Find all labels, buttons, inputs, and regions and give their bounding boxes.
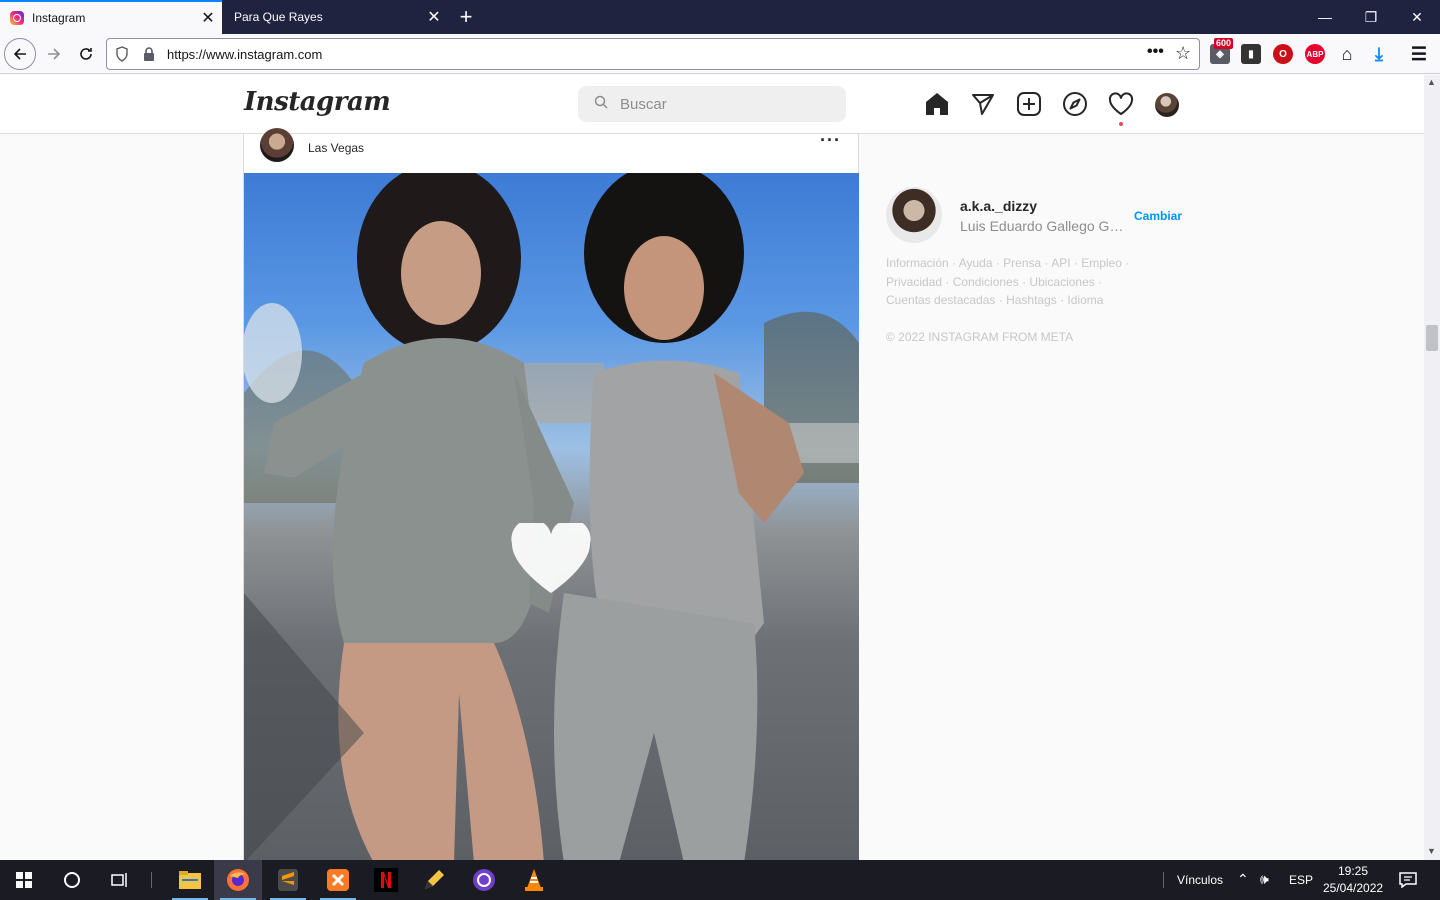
tab-title: Para Que Rayes — [234, 10, 323, 24]
windows-taskbar: Vínculos ⌃ 🕪 ESP 19:25 25/04/2022 — [0, 860, 1440, 900]
footer-links-line[interactable]: Cuentas destacadas · Hashtags · Idioma — [886, 291, 1136, 310]
footer-links: Información · Ayuda · Prensa · API · Emp… — [886, 254, 1136, 310]
home-icon[interactable] — [924, 91, 950, 117]
menu-icon[interactable]: ☰ — [1409, 44, 1429, 64]
close-icon[interactable]: ✕ — [1394, 0, 1440, 34]
taskbar-divider — [151, 872, 152, 888]
tab-para-que-rayes[interactable]: Para Que Rayes ✕ — [224, 0, 448, 34]
lock-icon[interactable] — [143, 46, 155, 65]
netflix-icon[interactable] — [362, 860, 410, 900]
opera-adblock-icon[interactable]: O — [1273, 44, 1293, 64]
show-hidden-icons-icon[interactable]: ⌃ — [1237, 871, 1249, 888]
copyright-text: © 2022 INSTAGRAM FROM META — [886, 330, 1074, 344]
tab-close-icon[interactable]: ✕ — [420, 7, 448, 27]
post-author-avatar[interactable] — [260, 128, 294, 162]
tracking-shield-icon[interactable] — [115, 46, 129, 65]
sidebar-username[interactable]: a.k.a._dizzy — [960, 198, 1037, 214]
download-icon[interactable]: ⤓ — [1369, 44, 1389, 64]
xampp-icon[interactable] — [314, 860, 362, 900]
restore-icon[interactable]: ❐ — [1348, 0, 1394, 34]
home-icon[interactable]: ⌂ — [1337, 44, 1357, 64]
switch-account-button[interactable]: Cambiar — [1134, 209, 1182, 223]
sidebar-full-name: Luis Eduardo Gallego Gar... — [960, 218, 1128, 234]
firefox-icon[interactable] — [214, 860, 262, 900]
pencil-app-icon[interactable] — [410, 860, 458, 900]
page-scrollbar[interactable]: ▲ ▼ — [1424, 75, 1440, 860]
clock-date[interactable]: 25/04/2022 — [1323, 881, 1383, 895]
sidebar-user-avatar[interactable] — [886, 187, 942, 243]
double-tap-like-heart-icon — [511, 523, 591, 593]
bookmark-star-icon[interactable]: ☆ — [1175, 43, 1191, 64]
clock-time[interactable]: 19:25 — [1338, 864, 1368, 878]
volume-icon[interactable]: 🕪 — [1260, 871, 1269, 888]
task-view-icon[interactable] — [96, 860, 144, 900]
search-box[interactable] — [578, 86, 846, 122]
search-icon — [594, 95, 608, 109]
more-options-icon[interactable]: ··· — [820, 130, 841, 151]
reload-icon[interactable] — [70, 38, 102, 70]
tab-close-icon[interactable]: ✕ — [194, 8, 222, 28]
new-post-icon[interactable] — [1016, 91, 1042, 117]
notification-dot — [1119, 122, 1123, 126]
taskbar-divider — [1163, 872, 1164, 888]
extension-badge: 600 — [1214, 38, 1234, 49]
back-icon[interactable] — [4, 38, 36, 70]
scroll-down-icon[interactable]: ▼ — [1427, 846, 1436, 856]
post-photo[interactable] — [244, 173, 859, 860]
page-viewport: Instagram Las Vegas ··· — [0, 75, 1424, 860]
sublime-text-icon[interactable] — [264, 860, 312, 900]
extension-book-icon[interactable]: ▮ — [1241, 44, 1261, 64]
browser-tab-bar: Instagram ✕ Para Que Rayes ✕ + — ❐ ✕ — [0, 0, 1440, 34]
cortana-search-icon[interactable] — [48, 860, 96, 900]
search-input[interactable] — [620, 86, 830, 122]
direct-icon[interactable] — [970, 91, 996, 117]
scrollbar-thumb[interactable] — [1426, 325, 1438, 351]
minimize-icon[interactable]: — — [1302, 0, 1348, 34]
new-tab-icon[interactable]: + — [452, 0, 480, 34]
footer-links-line[interactable]: Información · Ayuda · Prensa · API · Emp… — [886, 254, 1136, 273]
github-desktop-icon[interactable] — [460, 860, 508, 900]
windows-start-icon[interactable] — [0, 860, 48, 900]
adblock-plus-icon[interactable]: ABP — [1305, 44, 1325, 64]
instagram-header: Instagram — [0, 75, 1424, 134]
forward-icon[interactable] — [38, 38, 70, 70]
photo-scene — [244, 173, 859, 860]
footer-links-line[interactable]: Privacidad · Condiciones · Ubicaciones · — [886, 273, 1136, 292]
instagram-logo[interactable]: Instagram — [244, 87, 391, 117]
tab-title: Instagram — [32, 11, 86, 25]
vlc-icon[interactable] — [510, 860, 558, 900]
url-bar[interactable]: https://www.instagram.com ••• ☆ — [106, 38, 1200, 70]
activity-heart-icon[interactable] — [1108, 91, 1134, 117]
language-indicator[interactable]: ESP — [1289, 873, 1313, 887]
scroll-up-icon[interactable]: ▲ — [1427, 77, 1436, 87]
tab-instagram[interactable]: Instagram ✕ — [0, 0, 222, 34]
page-actions-icon[interactable]: ••• — [1147, 43, 1164, 61]
instagram-favicon-icon — [10, 11, 24, 25]
profile-avatar[interactable] — [1155, 93, 1179, 117]
action-center-icon[interactable] — [1384, 860, 1432, 900]
file-explorer-icon[interactable] — [166, 860, 214, 900]
links-toolbar[interactable]: Vínculos — [1177, 873, 1223, 887]
explore-icon[interactable] — [1062, 91, 1088, 117]
post-location[interactable]: Las Vegas — [308, 141, 364, 155]
feed-post: Las Vegas ··· — [243, 128, 859, 860]
url-text[interactable]: https://www.instagram.com — [167, 47, 322, 62]
